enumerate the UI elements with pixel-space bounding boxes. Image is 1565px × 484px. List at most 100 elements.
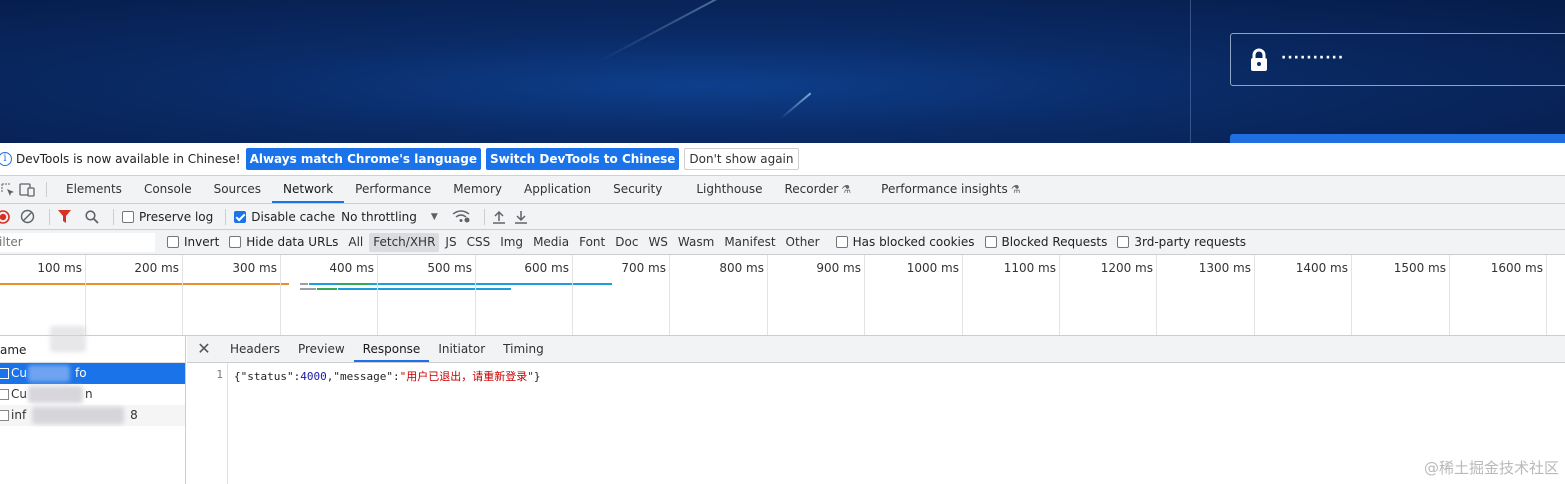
disable-cache-box[interactable] [234, 210, 247, 223]
login-button[interactable] [1230, 134, 1565, 143]
timeline-bar-blue [338, 288, 511, 290]
request-name-prefix: Cu [11, 366, 27, 380]
hide-data-urls-checkbox[interactable]: Hide data URLs [229, 235, 338, 249]
overview-gridline [377, 255, 378, 335]
tab-sources[interactable]: Sources [203, 176, 272, 203]
blocked-requests-box[interactable] [984, 236, 997, 248]
overview-gridline [767, 255, 768, 335]
tab-recorder[interactable]: Recorder ⚗ [774, 176, 863, 203]
dropdown-arrow-icon: ▼ [430, 211, 438, 222]
third-party-requests-label: 3rd-party requests [1134, 235, 1247, 249]
name-column-header[interactable]: ame [0, 336, 185, 363]
request-row[interactable]: Cu fo [0, 363, 185, 384]
hide-data-urls-box[interactable] [229, 236, 242, 248]
wifi-settings-icon[interactable] [452, 210, 470, 223]
filter-type-other[interactable]: Other [782, 233, 824, 252]
preserve-log-checkbox[interactable]: Preserve log [122, 210, 213, 224]
dont-show-again-button[interactable]: Don't show again [684, 148, 799, 170]
overview-tick-label: 400 ms [329, 261, 374, 275]
device-toolbar-icon[interactable] [16, 176, 38, 203]
overview-tick-label: 300 ms [232, 261, 277, 275]
filter-type-js[interactable]: JS [441, 233, 460, 252]
json-punct: {"status": [234, 370, 301, 383]
request-row[interactable]: inf 8 [0, 405, 185, 426]
disable-cache-checkbox[interactable]: Disable cache [234, 210, 335, 224]
request-type-icon [0, 410, 9, 421]
filter-type-wasm[interactable]: Wasm [674, 233, 718, 252]
timeline-bar-orange [0, 283, 289, 285]
redacted-region [32, 407, 124, 424]
export-har-icon[interactable] [514, 210, 527, 224]
filter-type-font[interactable]: Font [575, 233, 609, 252]
filter-type-ws[interactable]: WS [644, 233, 671, 252]
tab-console[interactable]: Console [133, 176, 203, 203]
throttling-select[interactable]: No throttling ▼ [341, 210, 438, 224]
password-field[interactable]: ·········· [1230, 33, 1565, 86]
json-punct: } [533, 370, 541, 383]
import-har-icon[interactable] [492, 210, 505, 224]
tab-preview[interactable]: Preview [289, 336, 354, 362]
page-background: ·········· [0, 0, 1565, 143]
tab-elements[interactable]: Elements [55, 176, 133, 203]
blocked-requests-checkbox[interactable]: Blocked Requests [984, 235, 1107, 249]
always-match-language-button[interactable]: Always match Chrome's language [245, 148, 481, 170]
tab-memory[interactable]: Memory [442, 176, 513, 203]
overview-gridline [1546, 255, 1547, 335]
json-status-value: 4000 [300, 370, 327, 383]
switch-to-chinese-button[interactable]: Switch DevTools to Chinese [485, 148, 680, 170]
has-blocked-cookies-checkbox[interactable]: Has blocked cookies [835, 235, 975, 249]
tab-security[interactable]: Security [602, 176, 673, 203]
request-name-prefix: Cu [11, 387, 27, 401]
preserve-log-box[interactable] [122, 210, 134, 223]
request-name-suffix: 8 [130, 408, 138, 422]
overview-tick-label: 1600 ms [1490, 261, 1543, 275]
filter-type-img[interactable]: Img [496, 233, 527, 252]
tab-lighthouse[interactable]: Lighthouse [685, 176, 773, 203]
redacted-region [50, 326, 86, 352]
request-row[interactable]: Cu n [0, 384, 185, 405]
tab-recorder-label: Recorder [784, 182, 839, 196]
tab-performance[interactable]: Performance [344, 176, 442, 203]
has-blocked-cookies-label: Has blocked cookies [852, 235, 975, 249]
filter-input[interactable] [0, 232, 155, 252]
inspect-element-icon[interactable] [0, 176, 16, 203]
clear-icon[interactable] [20, 209, 35, 224]
request-name-suffix: fo [74, 366, 87, 380]
toolbar-divider [49, 208, 50, 225]
filter-type-media[interactable]: Media [529, 233, 573, 252]
response-line: {"status":4000,"message":"用户已退出，请重新登录"} [228, 363, 540, 484]
search-icon[interactable] [85, 209, 99, 224]
tab-response[interactable]: Response [353, 336, 430, 362]
invert-checkbox[interactable]: Invert [167, 235, 219, 249]
tab-initiator[interactable]: Initiator [429, 336, 494, 362]
tab-network[interactable]: Network [272, 176, 345, 203]
overview-tick-label: 200 ms [134, 261, 179, 275]
filter-type-doc[interactable]: Doc [611, 233, 642, 252]
overview-tick-label: 1400 ms [1295, 261, 1348, 275]
third-party-requests-checkbox[interactable]: 3rd-party requests [1117, 235, 1246, 249]
tab-headers[interactable]: Headers [221, 336, 289, 362]
request-name-prefix: inf [11, 408, 27, 422]
invert-box[interactable] [167, 236, 179, 248]
filter-type-all[interactable]: All [344, 233, 367, 252]
network-overview-timeline[interactable]: 100 ms 200 ms 300 ms 400 ms 500 ms 600 ms 700 … [0, 255, 1565, 336]
overview-gridline [864, 255, 865, 335]
detail-tabbar: ✕ Headers Preview Response Initiator Tim… [187, 336, 1565, 363]
overview-tick-label: 1200 ms [1100, 261, 1153, 275]
tab-performance-insights[interactable]: Performance insights ⚗ [870, 176, 1031, 203]
response-body[interactable]: 1 {"status":4000,"message":"用户已退出，请重新登录"… [187, 363, 1565, 484]
tab-timing[interactable]: Timing [494, 336, 553, 362]
third-party-requests-box[interactable] [1117, 236, 1130, 248]
filter-funnel-icon[interactable] [58, 209, 71, 224]
overview-gridline [280, 255, 281, 335]
tab-application[interactable]: Application [513, 176, 602, 203]
filter-type-fetch-xhr[interactable]: Fetch/XHR [369, 232, 440, 252]
overview-tick-label: 1300 ms [1198, 261, 1251, 275]
filter-type-manifest[interactable]: Manifest [720, 233, 779, 252]
has-blocked-cookies-box[interactable] [835, 236, 848, 248]
disable-cache-label: Disable cache [251, 209, 336, 224]
filter-type-css[interactable]: CSS [463, 233, 495, 252]
record-button[interactable] [0, 209, 10, 224]
overview-tick-label: 700 ms [621, 261, 666, 275]
close-icon[interactable]: ✕ [187, 336, 221, 362]
